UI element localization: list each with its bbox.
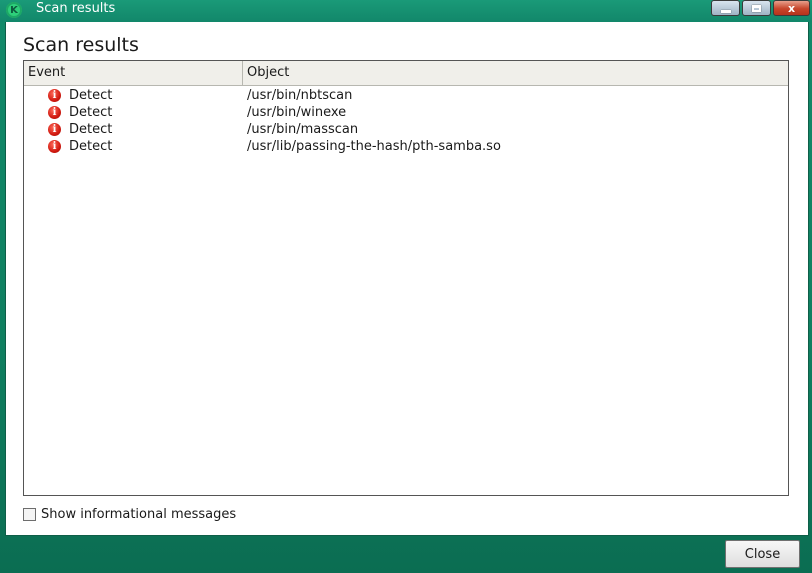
minimize-button[interactable] <box>711 0 740 16</box>
title-bar: K Scan results x <box>0 0 812 22</box>
kaspersky-logo-icon: K <box>6 2 22 18</box>
page-title: Scan results <box>23 34 139 56</box>
minimize-icon <box>720 9 731 13</box>
object-cell: /usr/bin/masscan <box>247 122 359 137</box>
maximize-icon <box>752 4 761 12</box>
object-cell: /usr/lib/passing-the-hash/pth-samba.so <box>247 139 501 154</box>
show-informational-option[interactable]: Show informational messages <box>23 506 236 522</box>
window-title: Scan results <box>36 1 116 16</box>
column-header-object[interactable]: Object <box>243 61 788 85</box>
event-cell: Detect <box>69 139 113 154</box>
event-cell: Detect <box>69 122 113 137</box>
content-panel: Scan results Event Object i Detect /usr/… <box>5 22 809 536</box>
event-cell: Detect <box>69 105 113 120</box>
close-icon: x <box>787 1 796 15</box>
error-icon: i <box>48 123 61 136</box>
show-informational-checkbox[interactable] <box>23 507 36 521</box>
event-cell: Detect <box>69 88 113 103</box>
error-icon: i <box>48 140 61 153</box>
table-header: Event Object <box>24 61 788 86</box>
maximize-button[interactable] <box>742 0 771 16</box>
show-informational-label[interactable]: Show informational messages <box>41 507 236 522</box>
table-row[interactable]: i Detect /usr/bin/winexe <box>24 104 788 121</box>
table-row[interactable]: i Detect /usr/bin/nbtscan <box>24 87 788 104</box>
window-close-button[interactable]: x <box>773 0 810 16</box>
close-button[interactable]: Close <box>725 540 800 568</box>
error-icon: i <box>48 89 61 102</box>
object-cell: /usr/bin/winexe <box>247 105 347 120</box>
table-row[interactable]: i Detect /usr/lib/passing-the-hash/pth-s… <box>24 138 788 155</box>
column-header-event[interactable]: Event <box>24 61 243 85</box>
error-icon: i <box>48 106 61 119</box>
table-row[interactable]: i Detect /usr/bin/masscan <box>24 121 788 138</box>
results-table[interactable]: Event Object i Detect /usr/bin/nbtscan i… <box>23 60 789 496</box>
object-cell: /usr/bin/nbtscan <box>247 88 353 103</box>
table-body: i Detect /usr/bin/nbtscan i Detect /usr/… <box>24 87 788 155</box>
